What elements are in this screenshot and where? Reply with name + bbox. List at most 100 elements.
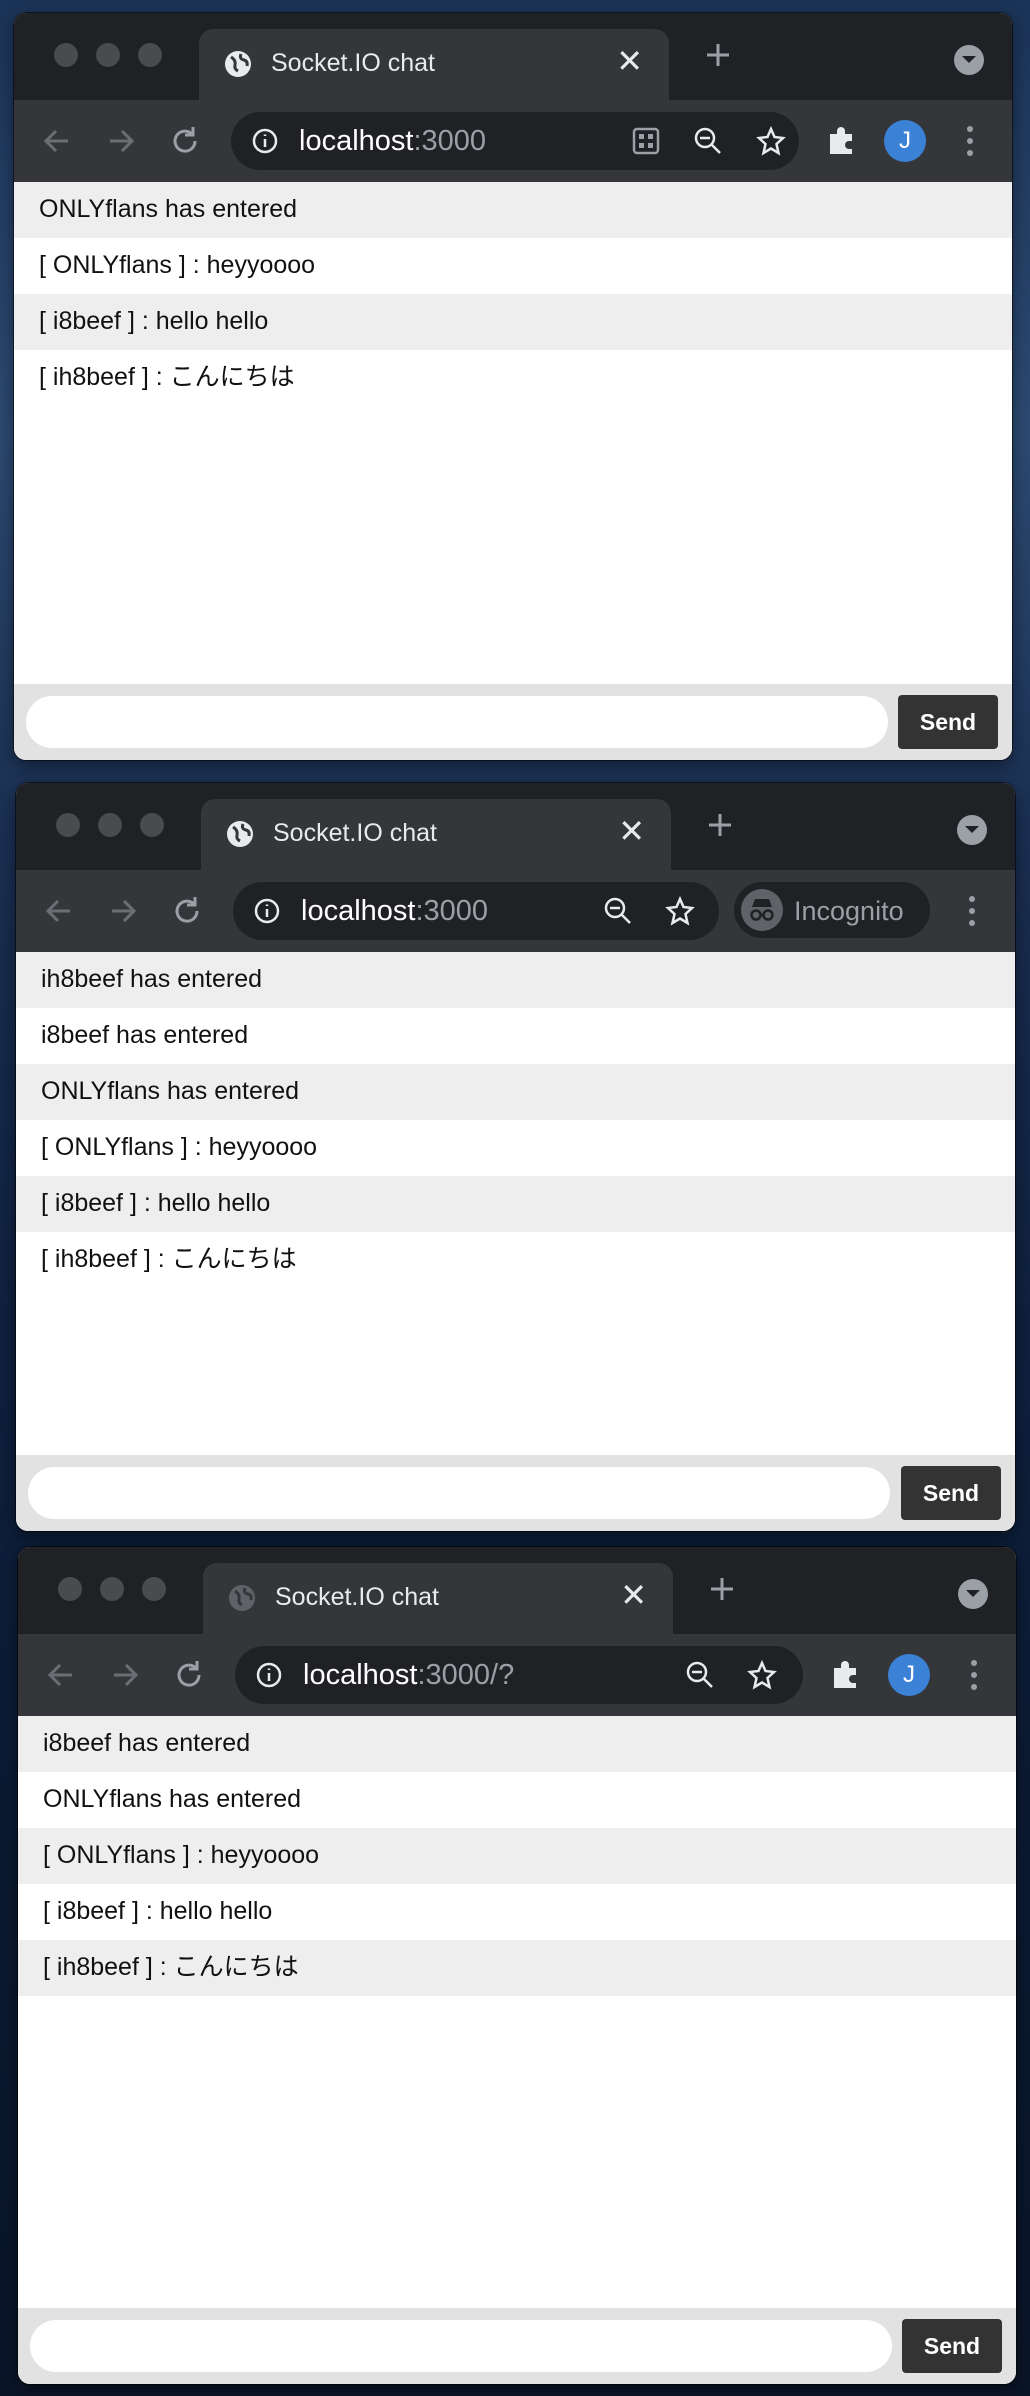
browser-window-1: Socket.IO chat ✕ localhost:3000 J ONLYfl… (14, 13, 1012, 760)
info-icon[interactable] (255, 1661, 283, 1689)
back-arrow-icon[interactable] (40, 892, 78, 930)
kebab-menu-icon[interactable] (967, 894, 977, 928)
url-text: localhost:3000 (301, 895, 489, 927)
message-item: [ ONLYflans ] : heyyoooo (14, 238, 1012, 294)
tab-search-icon[interactable] (957, 815, 987, 845)
globe-icon (229, 1585, 255, 1611)
close-icon[interactable]: ✕ (618, 815, 645, 847)
message-item: ONLYflans has entered (14, 182, 1012, 238)
forward-arrow-icon[interactable] (104, 892, 142, 930)
message-input[interactable] (30, 2320, 892, 2372)
address-bar[interactable]: localhost:3000 (231, 112, 799, 170)
plus-icon[interactable] (702, 39, 734, 71)
message-list: ONLYflans has entered [ ONLYflans ] : he… (14, 182, 1012, 406)
toolbar: localhost:3000/? J (18, 1634, 1016, 1716)
tab-search-icon[interactable] (954, 45, 984, 75)
kebab-menu-icon[interactable] (969, 1658, 979, 1692)
active-tab[interactable]: Socket.IO chat ✕ (203, 1563, 673, 1634)
kebab-menu-icon[interactable] (965, 124, 975, 158)
message-list: i8beef has entered ONLYflans has entered… (18, 1716, 1016, 1996)
tab-title: Socket.IO chat (271, 49, 435, 77)
incognito-indicator[interactable]: Incognito (734, 882, 930, 938)
globe-icon (227, 821, 253, 847)
globe-icon (225, 51, 251, 77)
close-icon[interactable]: ✕ (616, 45, 643, 77)
message-item: ONLYflans has entered (18, 1772, 1016, 1828)
minimize-window-button[interactable] (100, 1577, 124, 1601)
puzzle-icon[interactable] (824, 122, 860, 158)
tab-strip: Socket.IO chat ✕ (16, 783, 1015, 870)
incognito-icon (741, 889, 783, 931)
message-item: ONLYflans has entered (16, 1064, 1015, 1120)
message-item: i8beef has entered (18, 1716, 1016, 1772)
compose-form: Send (16, 1455, 1015, 1531)
browser-window-3: Socket.IO chat ✕ localhost:3000/? J i8be… (18, 1547, 1016, 2384)
maximize-window-button[interactable] (138, 43, 162, 67)
message-input[interactable] (28, 1467, 890, 1519)
address-bar[interactable]: localhost:3000 (233, 882, 719, 940)
message-item: [ i8beef ] : hello hello (16, 1176, 1015, 1232)
close-window-button[interactable] (54, 43, 78, 67)
zoom-out-icon[interactable] (685, 1660, 715, 1690)
send-button[interactable]: Send (898, 695, 998, 749)
minimize-window-button[interactable] (96, 43, 120, 67)
message-item: [ ONLYflans ] : heyyoooo (18, 1828, 1016, 1884)
info-icon[interactable] (253, 897, 281, 925)
qr-code-icon[interactable] (631, 126, 661, 156)
forward-arrow-icon[interactable] (102, 122, 140, 160)
back-arrow-icon[interactable] (42, 1656, 80, 1694)
active-tab[interactable]: Socket.IO chat ✕ (201, 799, 671, 870)
message-item: [ ONLYflans ] : heyyoooo (16, 1120, 1015, 1176)
tab-strip: Socket.IO chat ✕ (18, 1547, 1016, 1634)
close-window-button[interactable] (56, 813, 80, 837)
reload-icon[interactable] (166, 122, 204, 160)
minimize-window-button[interactable] (98, 813, 122, 837)
window-controls (58, 1577, 166, 1601)
message-item: [ ih8beef ] : こんにちは (16, 1232, 1015, 1288)
active-tab[interactable]: Socket.IO chat ✕ (199, 29, 669, 100)
message-item: [ i8beef ] : hello hello (18, 1884, 1016, 1940)
send-button[interactable]: Send (901, 1466, 1001, 1520)
maximize-window-button[interactable] (142, 1577, 166, 1601)
info-icon[interactable] (251, 127, 279, 155)
address-bar[interactable]: localhost:3000/? (235, 1646, 803, 1704)
reload-icon[interactable] (170, 1656, 208, 1694)
profile-avatar[interactable]: J (884, 120, 926, 162)
tab-strip: Socket.IO chat ✕ (14, 13, 1012, 100)
star-icon[interactable] (747, 1660, 777, 1690)
profile-avatar[interactable]: J (888, 1654, 930, 1696)
message-item: [ ih8beef ] : こんにちは (18, 1940, 1016, 1996)
close-window-button[interactable] (58, 1577, 82, 1601)
browser-window-2: Socket.IO chat ✕ localhost:3000 Incognit… (16, 783, 1015, 1531)
message-input[interactable] (26, 696, 888, 748)
star-icon[interactable] (756, 126, 786, 156)
back-arrow-icon[interactable] (38, 122, 76, 160)
url-text: localhost:3000 (299, 125, 487, 157)
tab-title: Socket.IO chat (275, 1583, 439, 1611)
message-item: [ ih8beef ] : こんにちは (14, 350, 1012, 406)
maximize-window-button[interactable] (140, 813, 164, 837)
reload-icon[interactable] (168, 892, 206, 930)
tab-search-icon[interactable] (958, 1579, 988, 1609)
toolbar: localhost:3000 J (14, 100, 1012, 182)
plus-icon[interactable] (704, 809, 736, 841)
url-text: localhost:3000/? (303, 1659, 515, 1691)
send-button[interactable]: Send (902, 2319, 1002, 2373)
message-list: ih8beef has entered i8beef has entered O… (16, 952, 1015, 1288)
plus-icon[interactable] (706, 1573, 738, 1605)
zoom-out-icon[interactable] (603, 896, 633, 926)
window-controls (54, 43, 162, 67)
forward-arrow-icon[interactable] (106, 1656, 144, 1694)
compose-form: Send (14, 684, 1012, 760)
incognito-label: Incognito (794, 896, 904, 926)
message-item: ih8beef has entered (16, 952, 1015, 1008)
message-item: [ i8beef ] : hello hello (14, 294, 1012, 350)
compose-form: Send (18, 2308, 1016, 2384)
toolbar: localhost:3000 Incognito (16, 870, 1015, 952)
message-item: i8beef has entered (16, 1008, 1015, 1064)
star-icon[interactable] (665, 896, 695, 926)
close-icon[interactable]: ✕ (620, 1579, 647, 1611)
puzzle-icon[interactable] (828, 1656, 864, 1692)
zoom-out-icon[interactable] (693, 126, 723, 156)
window-controls (56, 813, 164, 837)
